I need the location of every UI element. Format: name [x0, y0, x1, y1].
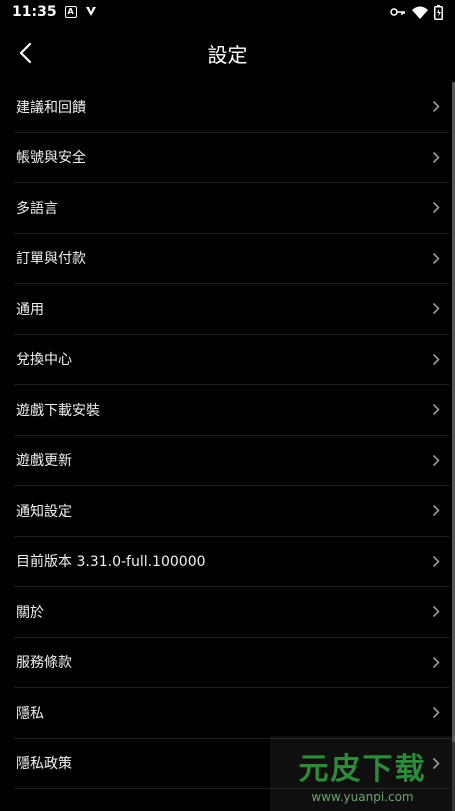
chevron-right-icon — [432, 201, 440, 214]
chevron-right-icon — [432, 100, 440, 113]
settings-item-orders-payment[interactable]: 訂單與付款 — [14, 234, 450, 284]
settings-list: 建議和回饋 帳號與安全 多語言 訂單與付款 通用 兌換中心 遊戲下載安裝 遊戲更… — [14, 82, 450, 789]
chevron-right-icon — [432, 706, 440, 719]
settings-item-label: 遊戲下載安裝 — [16, 402, 100, 419]
a-box-icon: A — [64, 6, 77, 18]
settings-item-privacy[interactable]: 隱私 — [14, 688, 450, 739]
back-button[interactable] — [14, 40, 36, 66]
wifi-icon — [412, 6, 428, 19]
app-header: 設定 — [0, 24, 455, 82]
status-bar: 11:35 A — [0, 0, 455, 24]
settings-item-label: 隱私政策 — [16, 756, 72, 773]
chevron-right-icon — [432, 555, 440, 568]
settings-item-about[interactable]: 關於 — [14, 587, 450, 638]
settings-item-general[interactable]: 通用 — [14, 284, 450, 335]
settings-item-label: 通用 — [16, 301, 44, 318]
page-title: 設定 — [207, 42, 248, 67]
settings-item-label: 帳號與安全 — [16, 150, 86, 167]
key-icon — [390, 7, 406, 17]
settings-item-account-security[interactable]: 帳號與安全 — [14, 133, 450, 183]
settings-item-language[interactable]: 多語言 — [14, 183, 450, 234]
status-right — [390, 4, 443, 20]
settings-item-label: 通知設定 — [16, 503, 72, 520]
settings-item-label: 目前版本 3.31.0-full.100000 — [16, 554, 206, 571]
chevron-right-icon — [432, 504, 440, 517]
chevron-right-icon — [432, 252, 440, 265]
settings-item-label: 多語言 — [16, 200, 58, 217]
settings-item-label: 訂單與付款 — [16, 251, 86, 268]
settings-item-notifications[interactable]: 通知設定 — [14, 486, 450, 537]
chevron-left-icon — [19, 42, 32, 64]
watermark-logo: 元皮下载 — [298, 751, 427, 787]
settings-item-label: 建議和回饋 — [16, 99, 86, 116]
chevron-right-icon — [432, 454, 440, 467]
settings-item-game-download-install[interactable]: 遊戲下載安裝 — [14, 385, 450, 436]
settings-item-label: 關於 — [16, 604, 44, 621]
status-left: 11:35 A — [12, 3, 97, 22]
battery-icon — [434, 4, 443, 20]
settings-item-game-update[interactable]: 遊戲更新 — [14, 436, 450, 486]
settings-item-current-version[interactable]: 目前版本 3.31.0-full.100000 — [14, 537, 450, 587]
settings-item-label: 隱私 — [16, 705, 44, 722]
status-time: 11:35 — [12, 4, 57, 20]
settings-item-feedback[interactable]: 建議和回饋 — [14, 82, 450, 133]
chevron-right-icon — [432, 353, 440, 366]
chevron-right-icon — [432, 151, 440, 164]
watermark-url: www.yuanpi.com — [311, 789, 414, 804]
settings-item-terms-of-service[interactable]: 服務條款 — [14, 638, 450, 688]
chevron-right-icon — [432, 403, 440, 416]
chevron-right-icon — [432, 605, 440, 618]
chevron-right-icon — [432, 302, 440, 315]
settings-item-label: 遊戲更新 — [16, 453, 72, 470]
watermark: 元皮下载 www.yuanpi.com — [270, 736, 455, 811]
settings-item-redeem-center[interactable]: 兌換中心 — [14, 335, 450, 385]
chevron-right-icon — [432, 656, 440, 669]
settings-item-label: 服務條款 — [16, 655, 72, 672]
settings-item-label: 兌換中心 — [16, 352, 72, 369]
v-logo-icon — [85, 3, 97, 22]
